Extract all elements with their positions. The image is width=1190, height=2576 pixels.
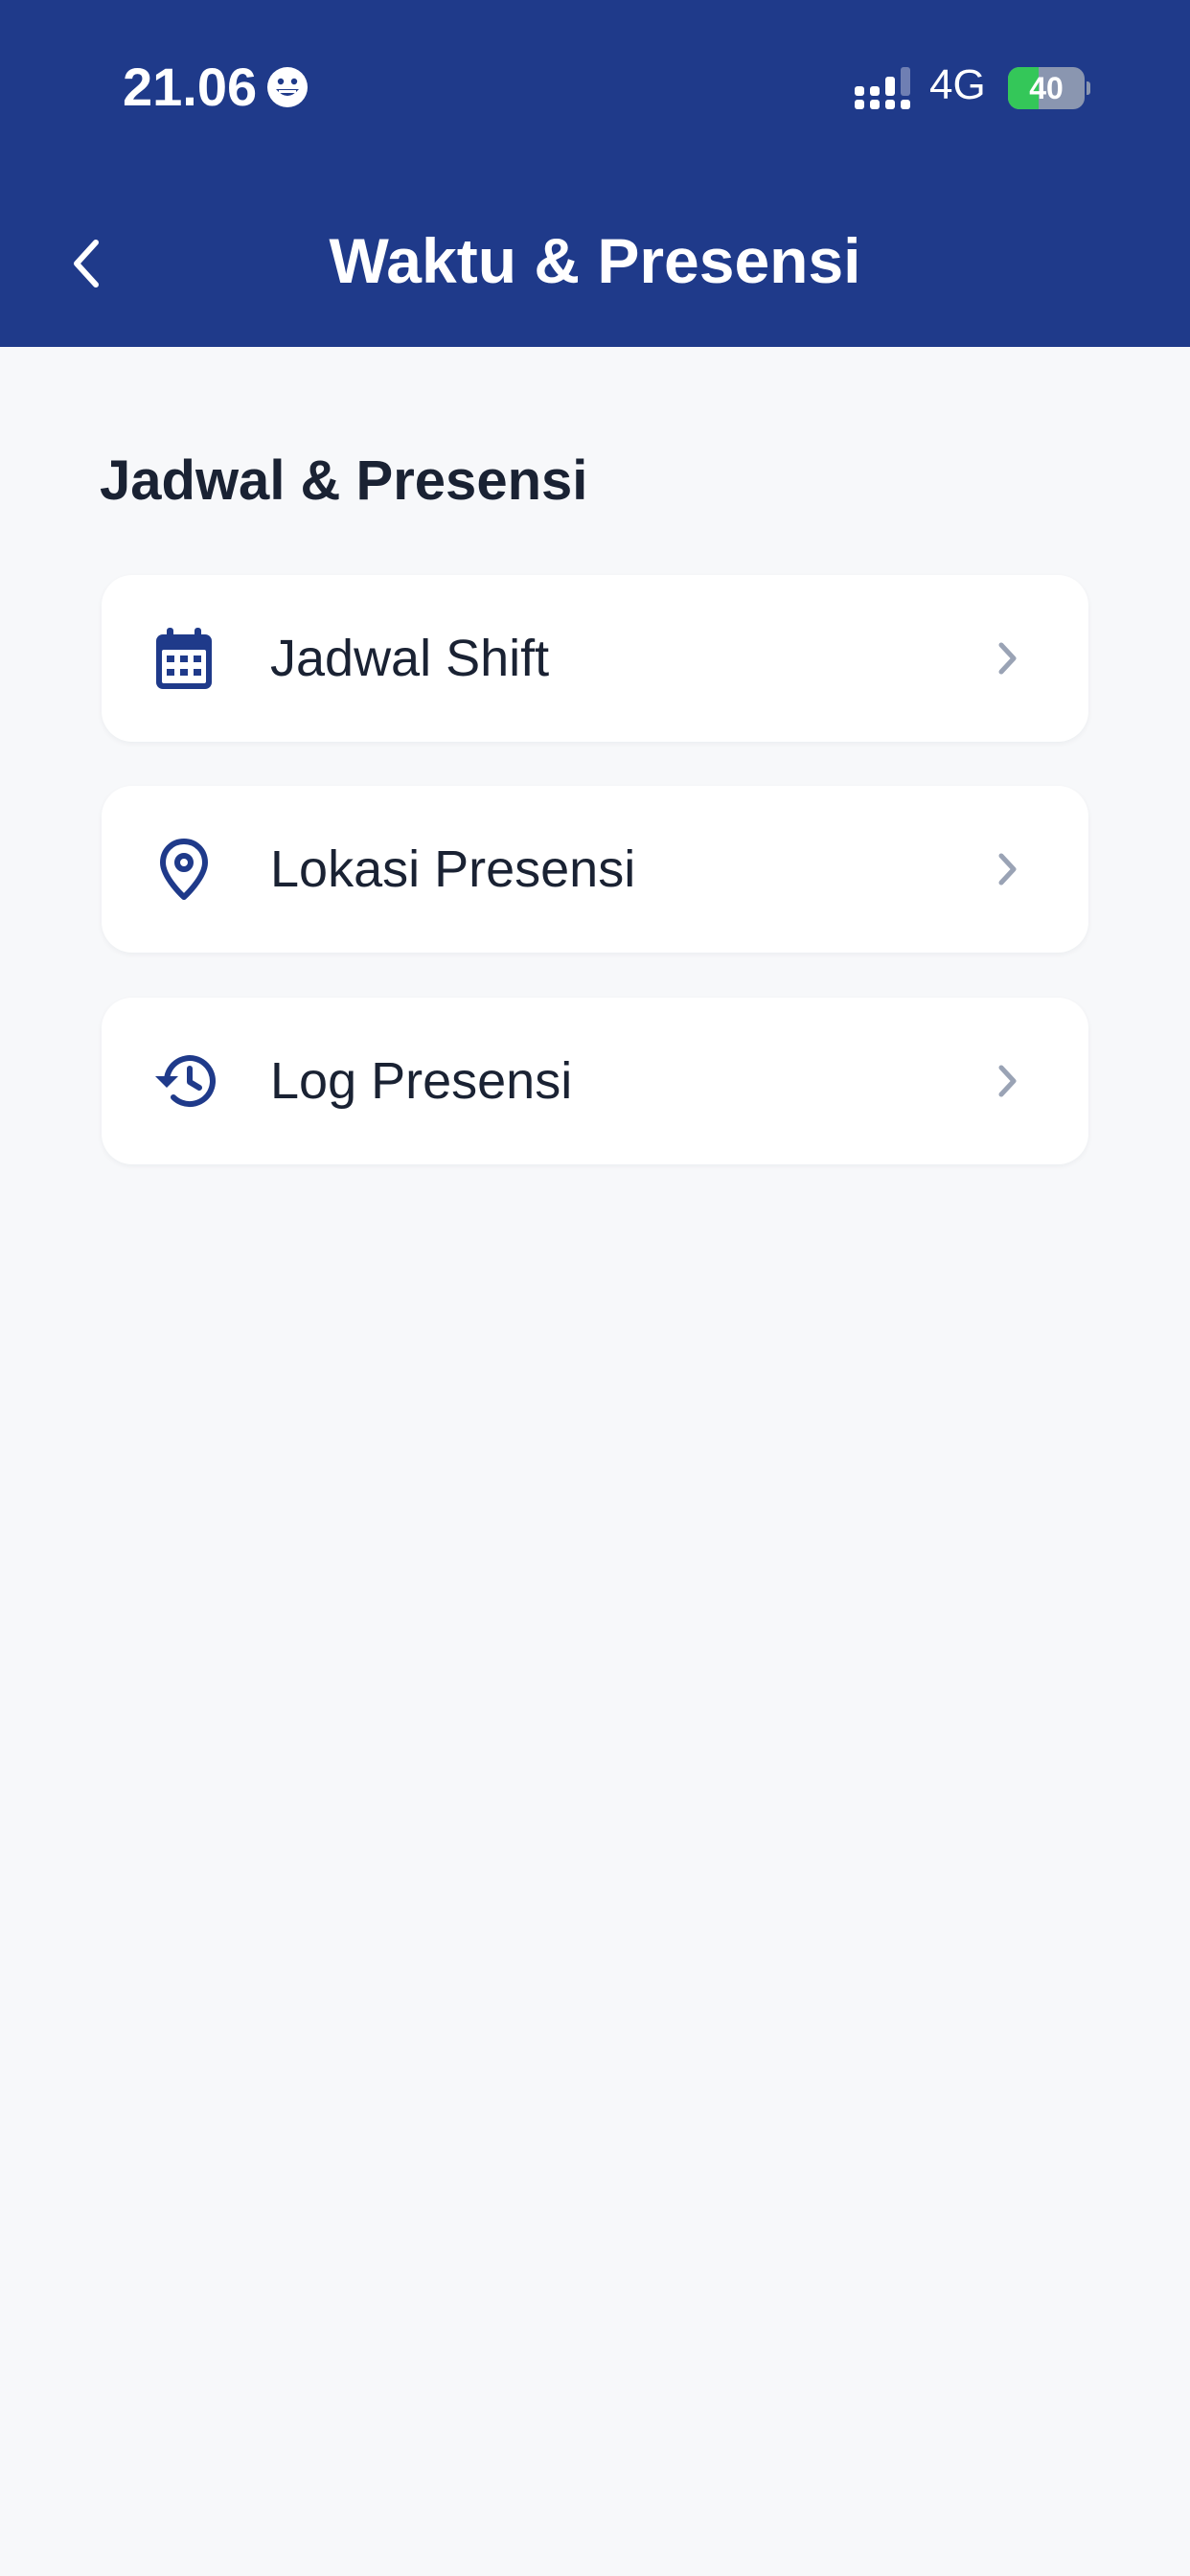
screen: 21.06 4G 40 Waktu & Presensi Jadwal & Pr… (0, 0, 1190, 2576)
status-time: 21.06 (123, 57, 258, 117)
history-icon (149, 1046, 218, 1116)
network-type: 4G (929, 61, 986, 108)
calendar-icon (149, 624, 218, 693)
emoji-face-icon (266, 66, 309, 108)
battery-level: 40 (1029, 71, 1064, 105)
menu-item-log-presensi[interactable]: Log Presensi (102, 998, 1088, 1164)
signal-icon (853, 65, 914, 113)
location-pin-icon (149, 835, 218, 904)
chevron-right-icon (993, 1062, 1021, 1100)
section-title: Jadwal & Presensi (100, 449, 588, 512)
menu-item-lokasi-presensi[interactable]: Lokasi Presensi (102, 786, 1088, 953)
menu-item-label: Lokasi Presensi (270, 840, 636, 898)
app-header: 21.06 4G 40 Waktu & Presensi (0, 0, 1190, 347)
menu-item-jadwal-shift[interactable]: Jadwal Shift (102, 575, 1088, 742)
status-bar: 21.06 4G 40 (0, 0, 1190, 172)
page-title: Waktu & Presensi (329, 225, 861, 296)
chevron-right-icon (993, 850, 1021, 888)
menu-item-label: Log Presensi (270, 1052, 573, 1110)
battery-icon: 40 (1008, 67, 1090, 109)
chevron-right-icon (993, 639, 1021, 678)
menu-item-label: Jadwal Shift (270, 630, 550, 687)
